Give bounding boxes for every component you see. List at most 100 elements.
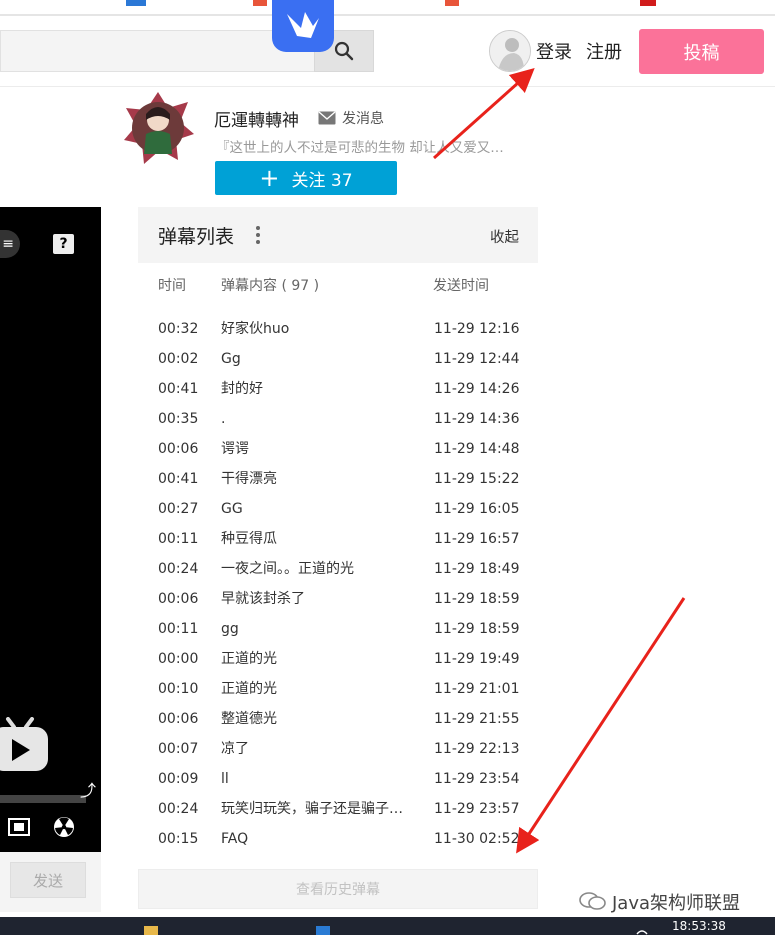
danmaku-content: GG: [221, 501, 243, 517]
danmaku-row[interactable]: 00:11 gg 11-29 18:59: [138, 618, 538, 648]
danmaku-sent-time: 11-29 12:16: [434, 321, 520, 337]
danmaku-row[interactable]: 00:09 ll 11-29 23:54: [138, 768, 538, 798]
app-logo[interactable]: [272, 0, 334, 52]
bird-logo-icon: [287, 12, 319, 38]
danmaku-row[interactable]: 00:07 凉了 11-29 22:13: [138, 738, 538, 768]
plus-icon: +: [259, 164, 280, 192]
search-input[interactable]: [0, 30, 314, 72]
strip-tab-icon[interactable]: [445, 0, 459, 6]
login-link[interactable]: 登录: [536, 38, 572, 64]
more-options-icon[interactable]: [252, 224, 264, 246]
danmaku-row[interactable]: 00:11 种豆得瓜 11-29 16:57: [138, 528, 538, 558]
uploader-name[interactable]: 厄運轉轉神: [214, 106, 299, 131]
avatar[interactable]: [489, 30, 531, 72]
player-menu-button[interactable]: ≡: [0, 230, 20, 258]
danmaku-content: 早就该封杀了: [221, 591, 305, 607]
play-tv-icon[interactable]: [0, 717, 52, 777]
danmaku-row[interactable]: 00:06 早就该封杀了 11-29 18:59: [138, 588, 538, 618]
column-header-time[interactable]: 时间: [158, 275, 186, 295]
folder-icon[interactable]: [144, 926, 158, 935]
danmaku-content: 凉了: [221, 741, 249, 757]
danmaku-row[interactable]: 00:00 正道的光 11-29 19:49: [138, 648, 538, 678]
danmaku-row[interactable]: 00:15 FAQ 11-30 02:52: [138, 828, 538, 858]
danmaku-time: 00:06: [158, 441, 199, 457]
danmaku-row[interactable]: 00:02 Gg 11-29 12:44: [138, 348, 538, 378]
help-icon[interactable]: ?: [53, 234, 74, 254]
danmaku-sent-time: 11-29 18:49: [434, 561, 520, 577]
taskbar: [0, 917, 775, 935]
strip-tab-icon[interactable]: [253, 0, 267, 6]
danmaku-row[interactable]: 00:32 好家伙huo 11-29 12:16: [138, 318, 538, 348]
video-player[interactable]: ≡ ? ⤴: [0, 207, 101, 852]
danmaku-content: 好家伙huo: [221, 321, 290, 337]
danmaku-row[interactable]: 00:35. 11-29 14:36: [138, 408, 538, 438]
danmaku-time: 00:11: [158, 531, 199, 547]
strip-tab-icon[interactable]: [126, 0, 146, 6]
uploader-avatar-icon: [124, 92, 194, 164]
danmaku-time: 00:32: [158, 321, 199, 337]
send-message-link[interactable]: 发消息: [318, 108, 384, 128]
danmaku-time: 00:06: [158, 711, 199, 727]
danmaku-content: 整道德光: [221, 711, 277, 727]
progress-bar[interactable]: [0, 795, 86, 803]
danmaku-time: 00:27: [158, 501, 199, 517]
wechat-watermark-icon: [579, 892, 606, 910]
danmaku-content: 正道的光: [221, 651, 277, 667]
danmaku-row[interactable]: 00:10 正道的光 11-29 21:01: [138, 678, 538, 708]
radiation-icon[interactable]: [53, 816, 75, 838]
danmaku-row[interactable]: 00:24 一夜之间。。正道的光 11-29 18:49: [138, 558, 538, 588]
danmaku-sent-time: 11-30 02:52: [434, 831, 520, 847]
collapse-button[interactable]: 收起: [490, 226, 519, 247]
follow-label: 关注 37: [291, 170, 353, 191]
danmaku-content: 封的好: [221, 381, 263, 397]
danmaku-row[interactable]: 00:41 封的好 11-29 14:26: [138, 378, 538, 408]
danmaku-sent-time: 11-29 18:59: [434, 621, 520, 637]
danmaku-time: 00:35: [158, 411, 199, 427]
wifi-icon[interactable]: [636, 928, 648, 935]
danmaku-content: 干得漂亮: [221, 471, 277, 487]
uploader-signature: 『这世上的人不过是可悲的生物 却让人又爱又…: [216, 140, 504, 156]
submit-video-button[interactable]: 投稿: [639, 29, 764, 74]
danmaku-sent-time: 11-29 18:59: [434, 591, 520, 607]
danmaku-row[interactable]: 00:41 干得漂亮 11-29 15:22: [138, 468, 538, 498]
danmaku-row[interactable]: 00:27 GG 11-29 16:05: [138, 498, 538, 528]
danmaku-sent-time: 11-29 16:05: [434, 501, 520, 517]
view-history-danmaku-button[interactable]: 查看历史弹幕: [138, 869, 538, 909]
strip-tab-icon[interactable]: [640, 0, 656, 6]
danmaku-time: 00:10: [158, 681, 199, 697]
danmaku-time: 00:24: [158, 801, 199, 817]
column-header-sent-time[interactable]: 发送时间: [433, 275, 489, 295]
arrow-to-history: [516, 597, 686, 854]
danmaku-sent-time: 11-29 19:49: [434, 651, 520, 667]
follow-button[interactable]: + 关注 37: [215, 161, 397, 195]
register-link[interactable]: 注册: [586, 38, 622, 64]
danmaku-content: ll: [221, 771, 229, 787]
mail-icon: [318, 111, 336, 125]
danmaku-content: .: [221, 411, 226, 427]
danmaku-sent-time: 11-29 15:22: [434, 471, 520, 487]
danmaku-row[interactable]: 00:06 整道德光 11-29 21:55: [138, 708, 538, 738]
danmaku-time: 00:11: [158, 621, 199, 637]
app-icon[interactable]: [316, 926, 330, 935]
danmaku-time: 00:41: [158, 471, 199, 487]
danmaku-content: 正道的光: [221, 681, 277, 697]
mouse-cursor-icon: ⤴: [80, 781, 97, 800]
danmaku-row[interactable]: 00:24 玩笑归玩笑，骗子还是骗子… 11-29 23:57: [138, 798, 538, 828]
danmaku-sent-time: 11-29 23:57: [434, 801, 520, 817]
danmaku-content: 一夜之间。。正道的光: [221, 561, 354, 577]
send-danmaku-button[interactable]: 发送: [10, 862, 86, 898]
danmaku-time: 00:02: [158, 351, 199, 367]
browser-top-strip: [0, 0, 775, 16]
danmaku-row[interactable]: 00:06 谔谔 11-29 14:48: [138, 438, 538, 468]
danmaku-content: 玩笑归玩笑，骗子还是骗子…: [221, 801, 403, 817]
fullscreen-icon[interactable]: [8, 818, 30, 836]
danmaku-content: 谔谔: [221, 441, 249, 457]
danmaku-time: 00:07: [158, 741, 199, 757]
watermark-text: Java架构师联盟: [612, 893, 741, 914]
danmaku-time: 00:15: [158, 831, 199, 847]
column-header-content[interactable]: 弹幕内容 ( 97 ): [221, 275, 319, 295]
danmaku-time: 00:00: [158, 651, 199, 667]
send-message-label: 发消息: [342, 111, 384, 127]
uploader-avatar[interactable]: [120, 90, 196, 166]
anonymous-avatar-icon: [490, 31, 530, 71]
